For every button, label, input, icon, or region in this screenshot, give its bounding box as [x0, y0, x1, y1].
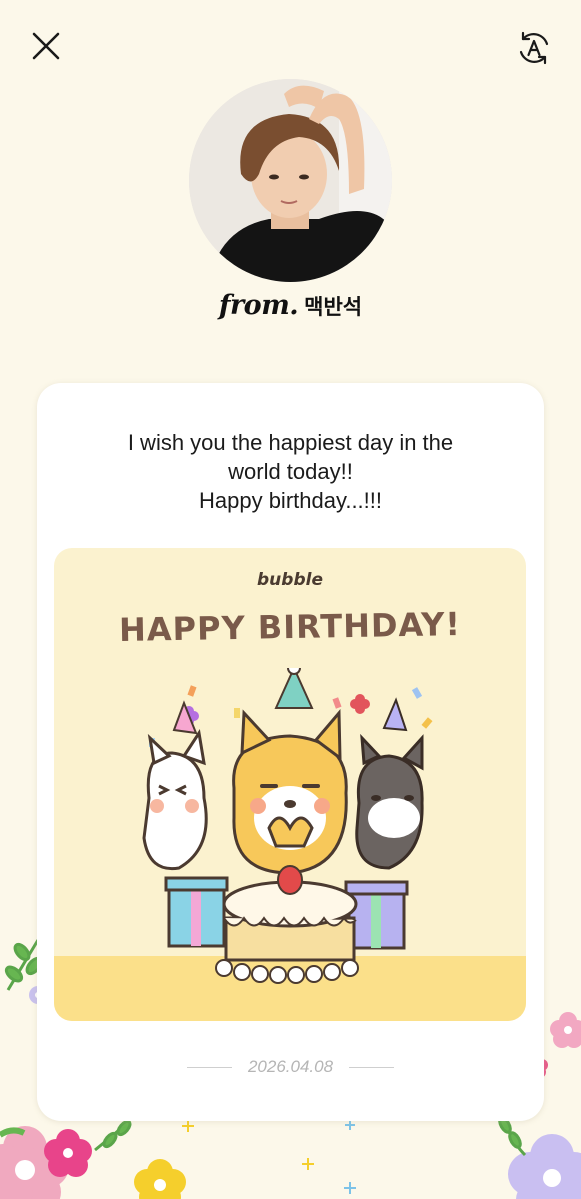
letter-card: I wish you the happiest day in the world… [37, 383, 544, 1121]
translate-button[interactable] [514, 28, 554, 68]
from-label: from. [218, 290, 299, 321]
birthday-illustration [54, 668, 526, 1021]
close-icon [32, 32, 60, 60]
close-button[interactable] [27, 27, 65, 65]
message-line: world today!! [228, 459, 353, 484]
brand-logo: bubble [257, 570, 323, 590]
sender-name: 맥반석 [304, 295, 363, 319]
birthday-card-image: bubble HAPPY BIRTHDAY! [54, 548, 526, 1021]
message-line: I wish you the happiest day in the [127, 430, 454, 455]
letter-date: 2026.04.08 [247, 1057, 334, 1076]
letter-date-row: 2026.04.08 [37, 1057, 544, 1077]
sender-avatar [189, 79, 392, 282]
birthday-title: HAPPY BIRTHDAY! [118, 605, 462, 649]
date-divider-left [186, 1067, 232, 1069]
message-line: Happy birthday...!!! [198, 488, 382, 513]
sender-line: from. 맥반석 [0, 290, 581, 321]
letter-message: I wish you the happiest day in the world… [37, 428, 544, 515]
translate-icon [519, 31, 549, 65]
date-divider-right [349, 1067, 395, 1069]
